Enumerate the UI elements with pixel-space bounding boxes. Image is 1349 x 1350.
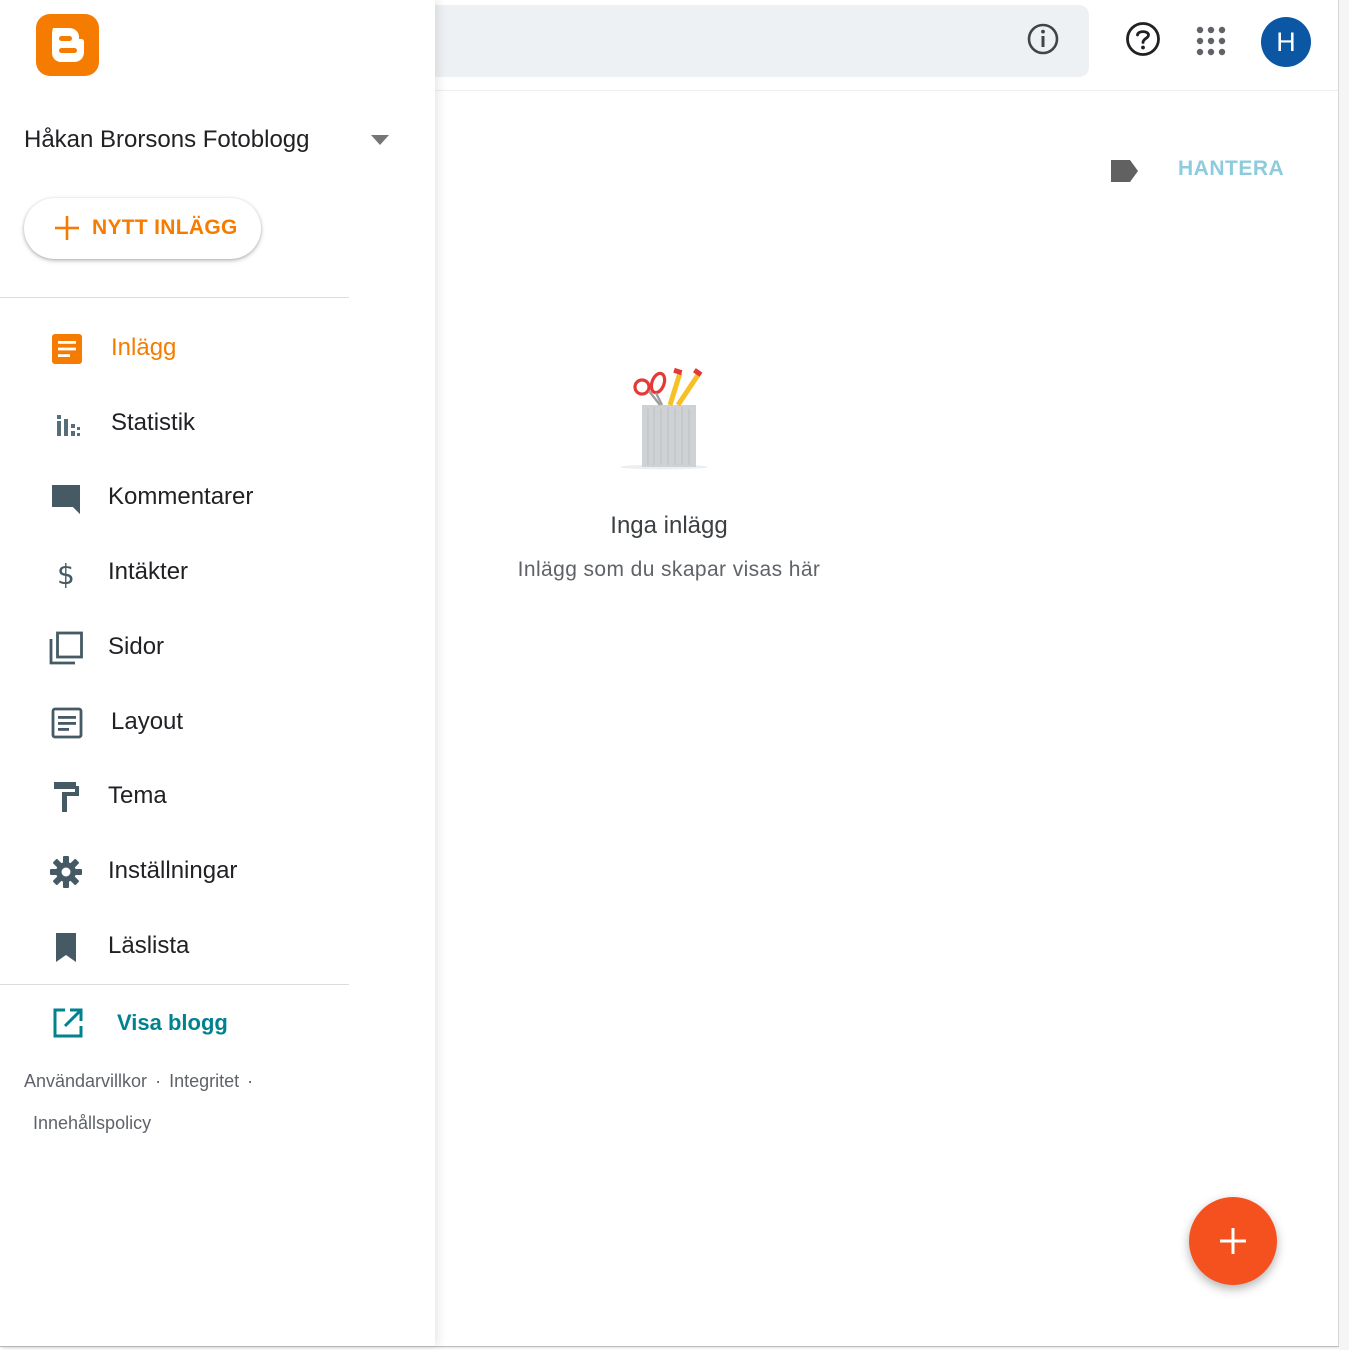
sidebar-item-label: Tema [108, 782, 167, 809]
sidebar-item-earnings[interactable]: $ Intäkter [0, 542, 349, 602]
privacy-link[interactable]: Integritet [169, 1071, 239, 1091]
navigation-drawer: Håkan Brorsons Fotoblogg NYTT INLÄGG Inl… [0, 0, 435, 1346]
bookmark-icon [56, 933, 76, 962]
sidebar-item-label: Statistik [111, 409, 196, 436]
help-icon[interactable] [1124, 20, 1162, 58]
open-in-new-icon [53, 1008, 83, 1038]
comment-icon [52, 485, 80, 514]
plus-icon [55, 216, 79, 240]
sidebar-item-label: Inställningar [108, 857, 238, 884]
divider [0, 984, 349, 985]
sidebar-item-label: Sidor [108, 633, 165, 660]
separator-dot: · [247, 1071, 254, 1091]
new-post-button[interactable]: NYTT INLÄGG [24, 198, 261, 259]
blog-selector-title[interactable]: Håkan Brorsons Fotoblogg [24, 126, 310, 154]
pencil-cup-illustration [620, 367, 708, 470]
sidebar-item-layout[interactable]: Layout [0, 692, 349, 752]
search-input[interactable] [380, 5, 1089, 77]
gear-icon [50, 856, 82, 888]
svg-text:$: $ [57, 558, 75, 590]
sidebar-item-label: Läslista [108, 932, 190, 959]
new-post-fab[interactable] [1189, 1197, 1277, 1285]
footer-links-row-2: Innehållspolicy [33, 1113, 151, 1134]
sidebar-item-label: Kommentarer [108, 483, 254, 510]
caret-down-icon[interactable] [370, 134, 390, 146]
sidebar-item-label: Inlägg [111, 334, 177, 361]
apps-grid-icon[interactable] [1196, 26, 1226, 56]
dollar-icon: $ [57, 558, 75, 590]
sidebar-item-settings[interactable]: Inställningar [0, 841, 349, 901]
sidebar-item-posts[interactable]: Inlägg [0, 318, 349, 378]
browser-edge [1339, 0, 1349, 1350]
manage-labels-link[interactable]: HANTERA [1178, 157, 1284, 181]
divider [0, 297, 349, 298]
view-blog-link[interactable]: Visa blogg [0, 992, 349, 1052]
sidebar-item-reading-list[interactable]: Läslista [0, 916, 349, 976]
avatar[interactable]: H [1261, 17, 1311, 67]
sidebar-item-stats[interactable]: Statistik [0, 393, 349, 453]
sidebar-item-comments[interactable]: Kommentarer [0, 467, 349, 527]
view-blog-label: Visa blogg [117, 1010, 228, 1035]
terms-link[interactable]: Användarvillkor [24, 1071, 147, 1091]
new-post-label: NYTT INLÄGG [92, 216, 238, 239]
plus-icon [1220, 1228, 1246, 1254]
theme-roller-icon [54, 782, 79, 812]
info-icon[interactable] [1026, 22, 1060, 56]
separator-dot: · [155, 1071, 162, 1091]
sidebar-item-label: Intäkter [108, 558, 189, 585]
sidebar-item-pages[interactable]: Sidor [0, 617, 349, 677]
blogger-logo[interactable] [36, 14, 99, 76]
sidebar-item-theme[interactable]: Tema [0, 766, 349, 826]
empty-state-subtitle: Inlägg som du skapar visas här [517, 558, 821, 581]
stats-icon [57, 415, 80, 436]
layout-icon [51, 707, 83, 739]
pages-icon [49, 631, 83, 665]
footer-links: Användarvillkor · Integritet · [24, 1071, 261, 1092]
content-policy-link[interactable]: Innehållspolicy [33, 1113, 151, 1133]
label-icon [1111, 160, 1138, 182]
empty-state-title: Inga inlägg [610, 512, 728, 539]
sidebar-item-label: Layout [111, 708, 184, 735]
posts-icon [52, 334, 82, 364]
